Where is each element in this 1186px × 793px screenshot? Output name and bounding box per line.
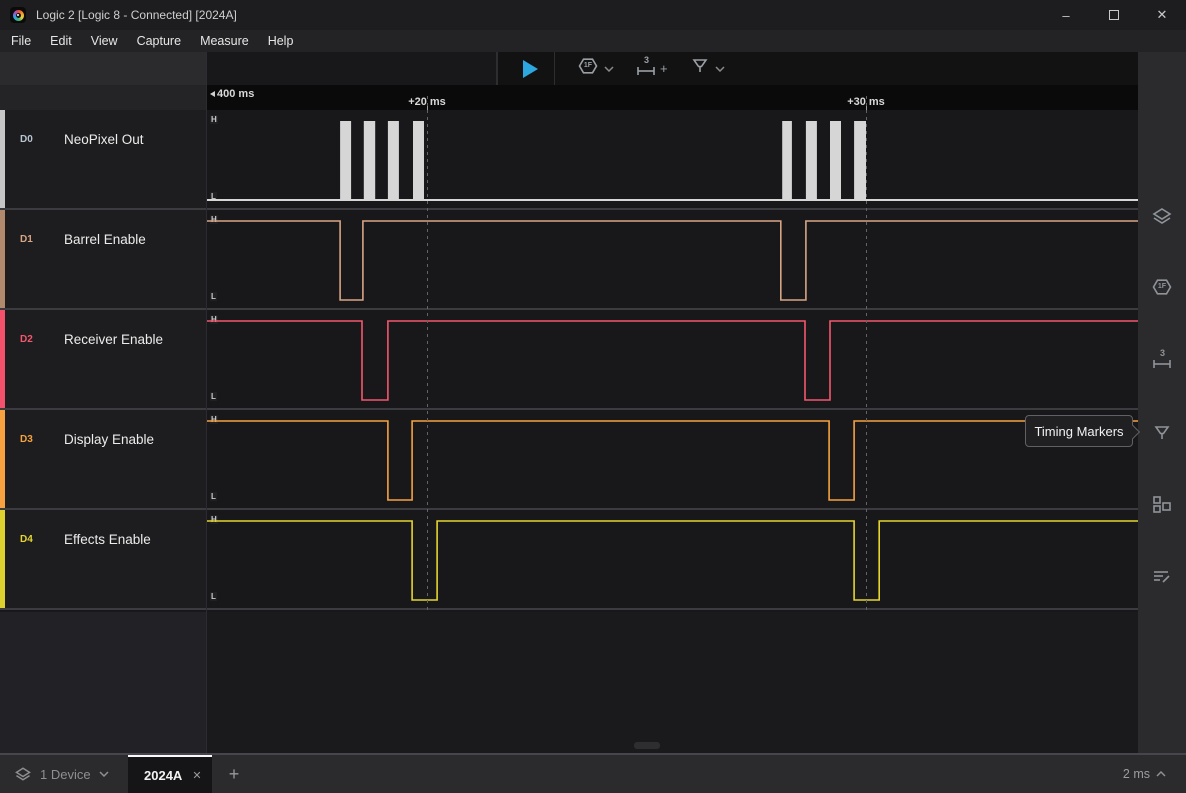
channel-color-strip: [0, 410, 5, 508]
channel-id: D2: [20, 332, 64, 345]
chevron-up-icon: [1156, 771, 1166, 777]
channel-list: D0 NeoPixel Out H L D1 Barrel Enable H L…: [0, 110, 1138, 610]
waveform-svg-d3: [206, 410, 1138, 508]
timing-markers-icon[interactable]: [1150, 421, 1174, 445]
device-count-label: 1 Device: [40, 767, 91, 782]
ruler-corner: [0, 85, 206, 110]
timeline-scale-button[interactable]: 2 ms: [1123, 755, 1166, 793]
channel-id: D0: [20, 132, 64, 145]
channel-waveform[interactable]: H L: [206, 510, 1138, 608]
channel-name: NeoPixel Out: [64, 132, 144, 147]
ruler-origin-label: 400 ms: [210, 88, 254, 100]
bottom-bar: 1 Device 2024A ✕ + 2 ms: [0, 755, 1186, 793]
channel-color-strip: [0, 210, 5, 308]
channel-label-panel[interactable]: D3 Display Enable: [0, 410, 206, 508]
channel-name: Receiver Enable: [64, 332, 163, 347]
menu-item-view[interactable]: View: [88, 32, 121, 50]
waveform-svg-d2: [206, 310, 1138, 408]
channel-name: Display Enable: [64, 432, 154, 447]
channel-row-d0: D0 NeoPixel Out H L: [0, 110, 1138, 210]
channel-label-panel[interactable]: D2 Receiver Enable: [0, 310, 206, 408]
capture-tab[interactable]: 2024A ✕: [128, 755, 212, 793]
measurements-button[interactable]: 3 +: [636, 55, 668, 82]
waveform-svg-d0: [206, 110, 1138, 208]
play-button[interactable]: [506, 52, 554, 85]
timing-marker-flag-icon: [690, 56, 710, 81]
capture-settings-panel[interactable]: [206, 52, 497, 85]
toolbar-center: 1F 3 +: [206, 52, 1138, 85]
menu-item-file[interactable]: File: [8, 32, 34, 50]
channel-color-strip: [0, 310, 5, 408]
tab-label: 2024A: [144, 768, 182, 783]
title-bar: Logic 2 [Logic 8 - Connected] [2024A] – …: [0, 0, 1186, 30]
measurement-icon: 3: [636, 55, 656, 82]
channel-id: D1: [20, 232, 64, 245]
close-button[interactable]: ✕: [1138, 0, 1186, 30]
menu-item-capture[interactable]: Capture: [134, 32, 184, 50]
horizontal-scrollbar[interactable]: [634, 742, 660, 749]
device-selector[interactable]: 1 Device: [14, 765, 109, 783]
menu-item-edit[interactable]: Edit: [47, 32, 75, 50]
ruler-origin-arrow-icon: [210, 91, 215, 97]
waveform-svg-d4: [206, 510, 1138, 608]
channel-waveform[interactable]: H L: [206, 210, 1138, 308]
channel-waveform[interactable]: H L: [206, 310, 1138, 408]
tab-close-icon[interactable]: ✕: [192, 769, 201, 782]
chevron-down-icon: [604, 66, 614, 72]
maximize-button[interactable]: [1090, 0, 1138, 30]
panel-divider: [206, 85, 207, 753]
menu-item-measure[interactable]: Measure: [197, 32, 252, 50]
maximize-icon: [1109, 10, 1119, 20]
channel-waveform[interactable]: H L: [206, 110, 1138, 208]
channel-row-d2: D2 Receiver Enable H L: [0, 310, 1138, 410]
play-icon: [521, 59, 539, 79]
channel-label-panel[interactable]: D0 NeoPixel Out: [0, 110, 206, 208]
waveform-empty[interactable]: [206, 612, 1138, 753]
right-sidebar: 1F 3: [1138, 52, 1186, 755]
channel-row-d1: D1 Barrel Enable H L: [0, 210, 1138, 310]
channel-waveform[interactable]: H L: [206, 410, 1138, 508]
minimize-button[interactable]: –: [1042, 0, 1090, 30]
channel-id: D4: [20, 532, 64, 545]
add-tab-button[interactable]: +: [222, 762, 246, 786]
chevron-down-icon: [715, 66, 725, 72]
channel-panel-empty: [0, 612, 206, 753]
channel-label-panel[interactable]: D1 Barrel Enable: [0, 210, 206, 308]
menu-bar: File Edit View Capture Measure Help: [0, 30, 1186, 52]
channel-row-d4: D4 Effects Enable H L: [0, 510, 1138, 610]
trigger-hexagon-icon: 1F: [577, 55, 599, 82]
chevron-down-icon: [99, 771, 109, 777]
add-measurement-icon: +: [660, 61, 668, 76]
menu-item-help[interactable]: Help: [265, 32, 297, 50]
devices-icon: [14, 765, 32, 783]
logic2-app: Logic 2 [Logic 8 - Connected] [2024A] – …: [0, 0, 1186, 793]
channel-color-strip: [0, 110, 5, 208]
extensions-icon[interactable]: [1150, 493, 1174, 517]
time-ruler[interactable]: 400 ms +20 ms+30 ms: [206, 85, 1138, 110]
channel-color-strip: [0, 510, 5, 608]
channel-id: D3: [20, 432, 64, 445]
timing-markers-tooltip: Timing Markers: [1025, 415, 1133, 447]
window-title: Logic 2 [Logic 8 - Connected] [2024A]: [36, 8, 237, 22]
channel-label-panel[interactable]: D4 Effects Enable: [0, 510, 206, 608]
measurements-icon[interactable]: 3: [1150, 349, 1174, 373]
waveform-svg-d1: [206, 210, 1138, 308]
toolbar: 1F 3 +: [0, 52, 1186, 85]
trigger-menu-button[interactable]: 1F: [577, 55, 614, 82]
devices-icon[interactable]: [1150, 204, 1174, 228]
channel-name: Barrel Enable: [64, 232, 146, 247]
scale-label: 2 ms: [1123, 767, 1150, 781]
app-logo-icon: [10, 7, 26, 23]
timing-markers-button[interactable]: [690, 56, 725, 81]
trigger-hexagon-icon[interactable]: 1F: [1150, 277, 1174, 301]
annotations-icon[interactable]: [1150, 565, 1174, 589]
channel-row-d3: D3 Display Enable H L: [0, 410, 1138, 510]
channel-name: Effects Enable: [64, 532, 151, 547]
